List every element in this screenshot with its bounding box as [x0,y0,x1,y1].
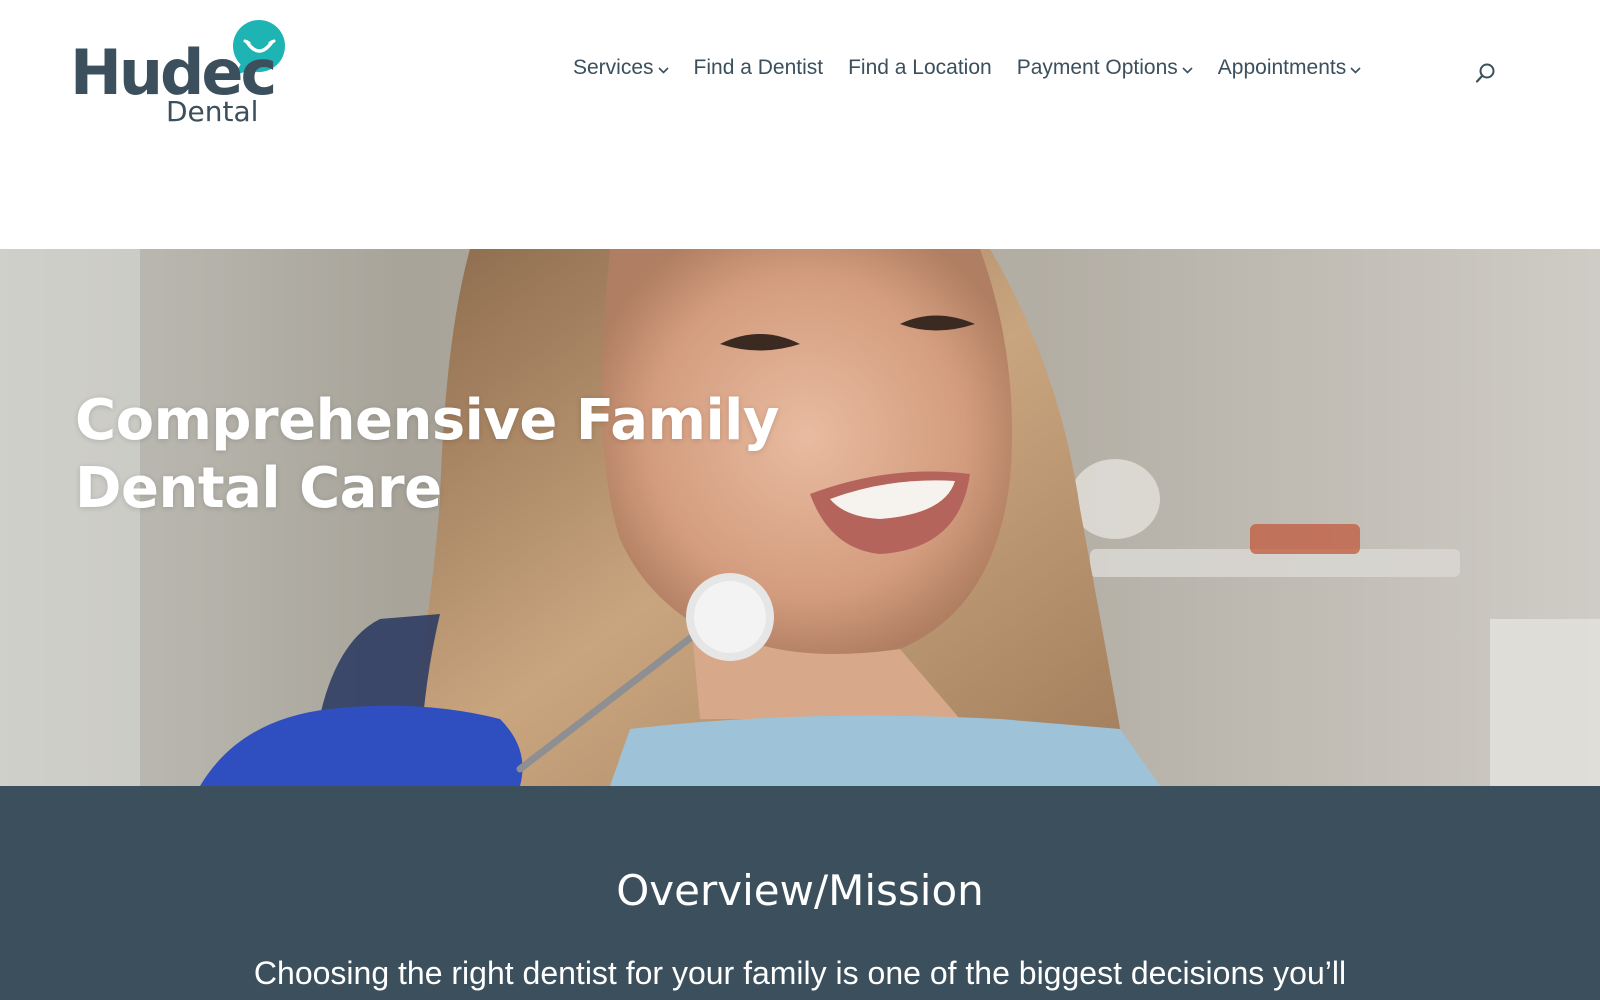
chevron-down-icon [1182,66,1193,74]
hero-title-line: Comprehensive Family [75,388,779,453]
nav-item-services[interactable]: Services [573,56,669,80]
nav-item-label: Find a Dentist [693,56,824,79]
chevron-down-icon [1350,66,1361,74]
nav-item-payment-options[interactable]: Payment Options [1017,56,1193,80]
nav-item-find-a-dentist[interactable]: Find a Dentist [694,56,824,80]
nav-item-label: Payment Options [1016,56,1178,79]
main-nav: Services Find a Dentist Find a Location … [573,56,1386,80]
overview-heading: Overview/Mission [616,866,984,915]
hero-banner: Comprehensive Family Dental Care [0,249,1600,786]
hero-title-line: Dental Care [75,456,442,521]
nav-item-label: Services [573,56,654,79]
search-icon[interactable] [1475,62,1497,84]
overview-section: Overview/Mission Choosing the right dent… [0,786,1600,1000]
chevron-down-icon [657,66,669,74]
nav-item-label: Appointments [1217,56,1347,79]
hero-title: Comprehensive Family Dental Care [75,387,779,523]
nav-item-label: Find a Location [848,56,992,79]
nav-item-find-a-location[interactable]: Find a Location [848,56,992,80]
logo-text-sub: Dental [166,95,259,128]
site-header: Hudec Dental Services Find a Dentist Fin… [0,0,1600,249]
overview-text: Choosing the right dentist for your fami… [253,955,1347,991]
nav-item-appointments[interactable]: Appointments [1218,56,1361,80]
logo[interactable]: Hudec Dental [70,16,290,132]
